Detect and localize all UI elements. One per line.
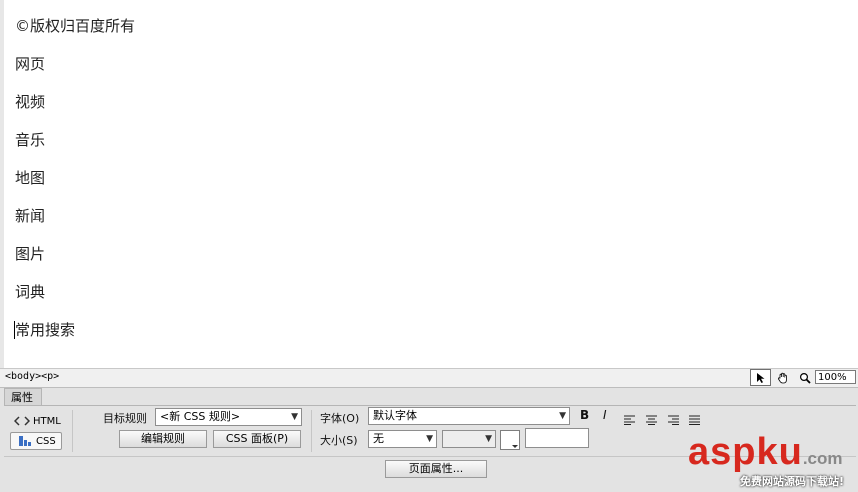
text-line-video: 视频 <box>15 93 46 111</box>
watermark-tagline: 免费网站源码下载站! <box>740 475 845 488</box>
mode-divider <box>72 410 73 452</box>
chevron-down-icon: ▼ <box>559 411 566 421</box>
text-line-common-search: 常用搜索 <box>15 321 76 339</box>
size-unit-select[interactable]: ▼ <box>442 430 496 448</box>
target-rule-value: <新 CSS 规则> <box>160 410 241 423</box>
zoom-level-field[interactable]: 100% <box>815 370 856 384</box>
font-select[interactable]: 默认字体 ▼ <box>368 407 570 425</box>
design-view-left-edge <box>0 0 4 368</box>
align-justify-icon[interactable] <box>689 410 701 429</box>
select-tool-icon[interactable] <box>750 369 771 386</box>
target-rule-label: 目标规则 <box>103 412 147 425</box>
watermark-brand: aspku <box>688 431 803 473</box>
text-color-swatch[interactable] <box>500 430 520 450</box>
rule-divider <box>311 410 312 452</box>
view-tools <box>750 369 815 386</box>
watermark-tld: .com <box>802 449 843 468</box>
text-line-map: 地图 <box>15 169 46 187</box>
properties-tab-divider <box>4 405 856 406</box>
text-line-music: 音乐 <box>15 131 46 149</box>
align-left-icon[interactable] <box>624 410 636 429</box>
edit-rule-button[interactable]: 编辑规则 <box>119 430 207 448</box>
css-blocks-icon <box>19 436 31 446</box>
text-line-copyright: ©版权归百度所有 <box>15 17 136 35</box>
status-bar: <body><p> 100% <box>0 368 858 388</box>
page-properties-button[interactable]: 页面属性... <box>385 460 487 478</box>
size-value: 无 <box>373 432 384 445</box>
bold-button[interactable]: B <box>580 408 589 422</box>
target-rule-select[interactable]: <新 CSS 规则> ▼ <box>155 408 302 426</box>
text-color-field[interactable] <box>525 428 589 448</box>
size-select[interactable]: 无 ▼ <box>368 430 437 448</box>
text-line-dictionary: 词典 <box>15 283 46 301</box>
css-mode-button[interactable]: CSS <box>10 432 62 450</box>
html-mode-label: HTML <box>33 415 61 427</box>
zoom-tool-icon[interactable] <box>794 369 815 386</box>
chevron-down-icon: ▼ <box>426 434 433 444</box>
chevron-down-icon: ▼ <box>485 434 492 444</box>
design-view[interactable]: ©版权归百度所有 网页 视频 音乐 地图 新闻 图片 词典 常用搜索 <box>0 0 858 368</box>
align-center-icon[interactable] <box>646 410 658 429</box>
text-line-web: 网页 <box>15 55 46 73</box>
text-line-images: 图片 <box>15 245 46 263</box>
text-caret <box>14 321 15 339</box>
properties-tab[interactable]: 属性 <box>4 388 42 405</box>
html-mode-button[interactable]: HTML <box>14 414 61 428</box>
html-code-icon <box>14 416 30 426</box>
chevron-down-icon: ▼ <box>291 412 298 422</box>
align-right-icon[interactable] <box>668 410 680 429</box>
css-mode-label: CSS <box>36 435 56 447</box>
hand-tool-icon[interactable] <box>772 369 793 386</box>
font-value: 默认字体 <box>373 409 417 422</box>
font-label: 字体(O) <box>320 412 360 425</box>
text-line-news: 新闻 <box>15 207 46 225</box>
watermark-logo: aspku.com 免费网站源码下载站! <box>688 432 856 490</box>
size-label: 大小(S) <box>320 434 358 447</box>
css-panel-button[interactable]: CSS 面板(P) <box>213 430 301 448</box>
tag-selector[interactable]: <body><p> <box>5 371 59 382</box>
italic-button[interactable]: I <box>603 408 607 422</box>
